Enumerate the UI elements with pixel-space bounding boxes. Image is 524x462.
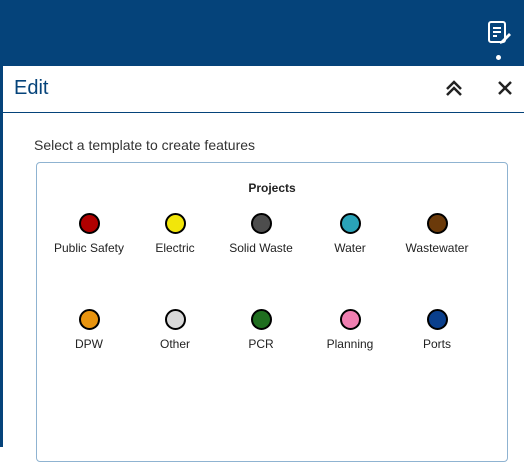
close-icon[interactable] <box>494 77 516 99</box>
template-solid-waste[interactable]: Solid Waste <box>216 213 306 255</box>
template-instruction: Select a template to create features <box>34 137 256 153</box>
symbol-swatch <box>250 309 272 330</box>
panel-header: Edit <box>3 66 524 113</box>
symbol-swatch <box>164 309 186 330</box>
symbol-swatch <box>164 213 186 234</box>
template-dpw[interactable]: DPW <box>44 309 134 351</box>
template-label: Wastewater <box>405 241 469 255</box>
template-wastewater[interactable]: Wastewater <box>392 213 482 255</box>
symbol-swatch <box>78 309 100 330</box>
symbol-swatch <box>339 213 361 234</box>
template-planning[interactable]: Planning <box>305 309 395 351</box>
symbol-swatch <box>250 213 272 234</box>
app-header-bar <box>0 0 524 66</box>
template-public-safety[interactable]: Public Safety <box>44 213 134 255</box>
template-ports[interactable]: Ports <box>392 309 482 351</box>
edit-list-icon[interactable] <box>486 20 512 46</box>
template-label: Water <box>334 241 366 255</box>
template-label: Public Safety <box>53 241 125 255</box>
symbol-swatch <box>339 309 361 330</box>
active-indicator-dot <box>496 55 501 60</box>
symbol-swatch <box>426 213 448 234</box>
template-pcr[interactable]: PCR <box>216 309 306 351</box>
template-label: Ports <box>422 337 451 351</box>
template-label: Other <box>159 337 190 351</box>
template-label: PCR <box>248 337 274 351</box>
symbol-swatch <box>78 213 100 234</box>
template-other[interactable]: Other <box>130 309 220 351</box>
template-label: Solid Waste <box>229 241 293 255</box>
symbol-swatch <box>426 309 448 330</box>
template-label: Electric <box>155 241 195 255</box>
template-picker: Projects Public Safety Electric Solid Wa… <box>36 162 508 462</box>
template-label: DPW <box>75 337 103 351</box>
template-water[interactable]: Water <box>305 213 395 255</box>
panel-title: Edit <box>14 77 49 99</box>
template-electric[interactable]: Electric <box>130 213 220 255</box>
chevrons-up-icon[interactable] <box>443 77 465 99</box>
template-group-title: Projects <box>248 181 296 195</box>
template-label: Planning <box>326 337 374 351</box>
